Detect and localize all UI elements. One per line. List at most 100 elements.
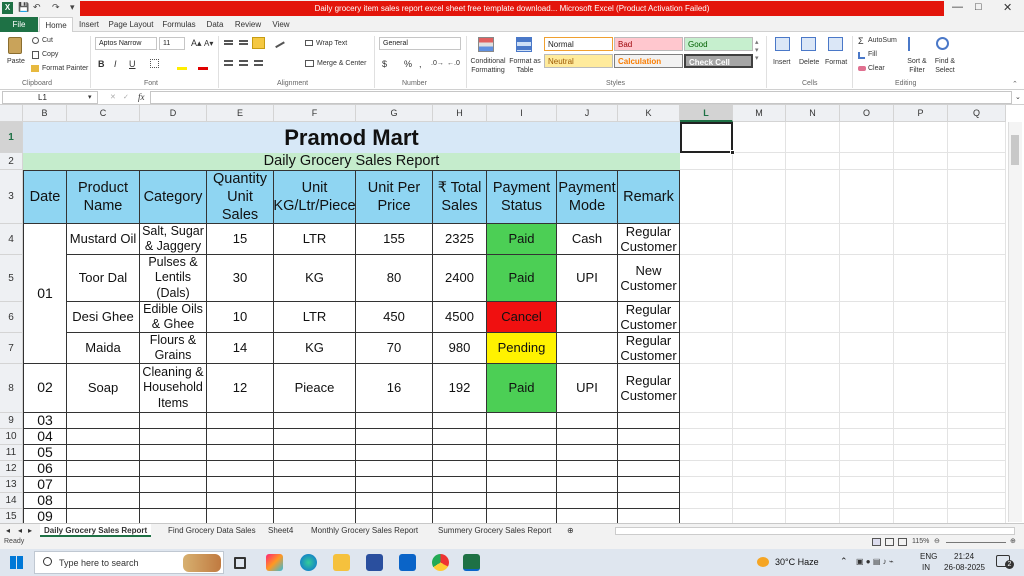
- insert-cells-icon[interactable]: [775, 37, 790, 51]
- cell-category[interactable]: Flours & Grains: [140, 333, 207, 364]
- cell-status[interactable]: Paid: [487, 255, 557, 302]
- grid-cell[interactable]: [948, 493, 1006, 509]
- vertical-scrollbar[interactable]: [1008, 122, 1022, 522]
- formula-enter-icon[interactable]: ✓: [123, 93, 129, 101]
- paste-icon[interactable]: [8, 37, 22, 54]
- empty-cell[interactable]: [487, 509, 557, 523]
- cell-unit[interactable]: Pieace: [274, 364, 356, 413]
- sort-filter-button[interactable]: Sort & Filter: [903, 57, 931, 75]
- tab-file[interactable]: File: [0, 17, 38, 32]
- empty-cell[interactable]: [140, 429, 207, 445]
- empty-cell[interactable]: [140, 445, 207, 461]
- tab-formulas[interactable]: Formulas: [160, 17, 198, 32]
- grid-cell[interactable]: [786, 429, 840, 445]
- cell-product[interactable]: Mustard Oil: [67, 224, 140, 255]
- cell-remark[interactable]: Regular Customer: [618, 224, 680, 255]
- bold-button[interactable]: B: [98, 59, 105, 69]
- cell-qty[interactable]: 12: [207, 364, 274, 413]
- column-header-l[interactable]: L: [680, 105, 733, 122]
- normal-view-icon[interactable]: [872, 538, 881, 546]
- column-title[interactable]: Remark: [618, 170, 680, 224]
- grid-cell[interactable]: [894, 445, 948, 461]
- zoom-in-icon[interactable]: ⊕: [1010, 537, 1016, 545]
- selected-cell-l1[interactable]: [680, 122, 733, 153]
- excel-taskbar-icon[interactable]: [463, 554, 480, 571]
- format-button[interactable]: Format: [825, 59, 847, 66]
- column-title[interactable]: Date: [23, 170, 67, 224]
- empty-cell[interactable]: [356, 413, 433, 429]
- grid-cell[interactable]: [948, 333, 1006, 364]
- copy-icon[interactable]: [32, 51, 39, 59]
- grid-cell[interactable]: [894, 429, 948, 445]
- empty-cell[interactable]: [433, 493, 487, 509]
- empty-cell[interactable]: [67, 477, 140, 493]
- grid-cell[interactable]: [840, 509, 894, 523]
- clear-button[interactable]: Clear: [868, 65, 885, 72]
- style-bad[interactable]: Bad: [614, 37, 683, 51]
- font-name-box[interactable]: Aptos Narrow: [95, 37, 157, 50]
- grid-cell[interactable]: [894, 461, 948, 477]
- date-cell[interactable]: 08: [23, 492, 67, 509]
- cell-product[interactable]: Desi Ghee: [67, 302, 140, 333]
- row-header-8[interactable]: 8: [0, 364, 23, 413]
- column-header-j[interactable]: J: [557, 105, 618, 122]
- windows-start-icon[interactable]: [10, 556, 23, 569]
- row-header-9[interactable]: 9: [0, 413, 23, 429]
- grid-cell[interactable]: [840, 429, 894, 445]
- grid-cell[interactable]: [948, 364, 1006, 413]
- empty-cell[interactable]: [557, 477, 618, 493]
- cell-mode[interactable]: Cash: [557, 224, 618, 255]
- column-title[interactable]: Unit KG/Ltr/Piece: [273, 170, 356, 224]
- style-check-cell[interactable]: Check Cell: [684, 54, 753, 68]
- cell-remark[interactable]: Regular Customer: [618, 364, 680, 413]
- column-title[interactable]: Category: [140, 170, 207, 224]
- empty-cell[interactable]: [557, 429, 618, 445]
- sheet-title[interactable]: Pramod Mart: [23, 122, 680, 153]
- grid-cell[interactable]: [948, 170, 1006, 224]
- cell-total[interactable]: 980: [433, 333, 487, 364]
- cell-category[interactable]: Pulses & Lentils (Dals): [140, 255, 207, 302]
- empty-cell[interactable]: [557, 461, 618, 477]
- styles-scroll-icon[interactable]: ▴ ▾ ▾: [755, 38, 759, 62]
- empty-cell[interactable]: [487, 493, 557, 509]
- grid-cell[interactable]: [680, 493, 733, 509]
- grid-cell[interactable]: [733, 477, 786, 493]
- outlook-icon[interactable]: [399, 554, 416, 571]
- column-header-p[interactable]: P: [894, 105, 948, 122]
- format-as-table-button[interactable]: Format as Table: [508, 57, 542, 75]
- grid-cell[interactable]: [948, 413, 1006, 429]
- grid-cell[interactable]: [733, 429, 786, 445]
- fill-button[interactable]: Fill: [868, 51, 877, 58]
- conditional-formatting-button[interactable]: Conditional Formatting: [468, 57, 508, 75]
- column-title[interactable]: ₹ Total Sales: [433, 170, 487, 224]
- grid-cell[interactable]: [840, 333, 894, 364]
- edge-icon[interactable]: [300, 554, 317, 571]
- grid-cell[interactable]: [786, 153, 840, 170]
- empty-cell[interactable]: [67, 493, 140, 509]
- delete-cells-icon[interactable]: [801, 37, 816, 51]
- cell-price[interactable]: 16: [356, 364, 433, 413]
- language-indicator[interactable]: ENG: [920, 552, 937, 561]
- empty-cell[interactable]: [557, 445, 618, 461]
- underline-button[interactable]: U: [129, 59, 136, 69]
- grid-cell[interactable]: [894, 153, 948, 170]
- zoom-level[interactable]: 115%: [912, 538, 929, 545]
- name-box-dropdown-icon[interactable]: ▾: [88, 93, 92, 101]
- column-title[interactable]: Payment Status: [487, 170, 557, 224]
- date-cell[interactable]: 04: [23, 428, 67, 445]
- grid-cell[interactable]: [733, 153, 786, 170]
- formula-input[interactable]: [150, 91, 1012, 104]
- grid-cell[interactable]: [840, 224, 894, 255]
- column-header-g[interactable]: G: [356, 105, 433, 122]
- column-header-n[interactable]: N: [786, 105, 840, 122]
- column-header-h[interactable]: H: [433, 105, 487, 122]
- grid-cell[interactable]: [680, 364, 733, 413]
- cell-unit[interactable]: LTR: [274, 224, 356, 255]
- grid-cell[interactable]: [786, 224, 840, 255]
- grid-cell[interactable]: [948, 461, 1006, 477]
- empty-cell[interactable]: [140, 509, 207, 523]
- grid-cell[interactable]: [733, 224, 786, 255]
- empty-cell[interactable]: [618, 509, 680, 523]
- empty-cell[interactable]: [618, 461, 680, 477]
- restore-button[interactable]: □: [975, 1, 982, 13]
